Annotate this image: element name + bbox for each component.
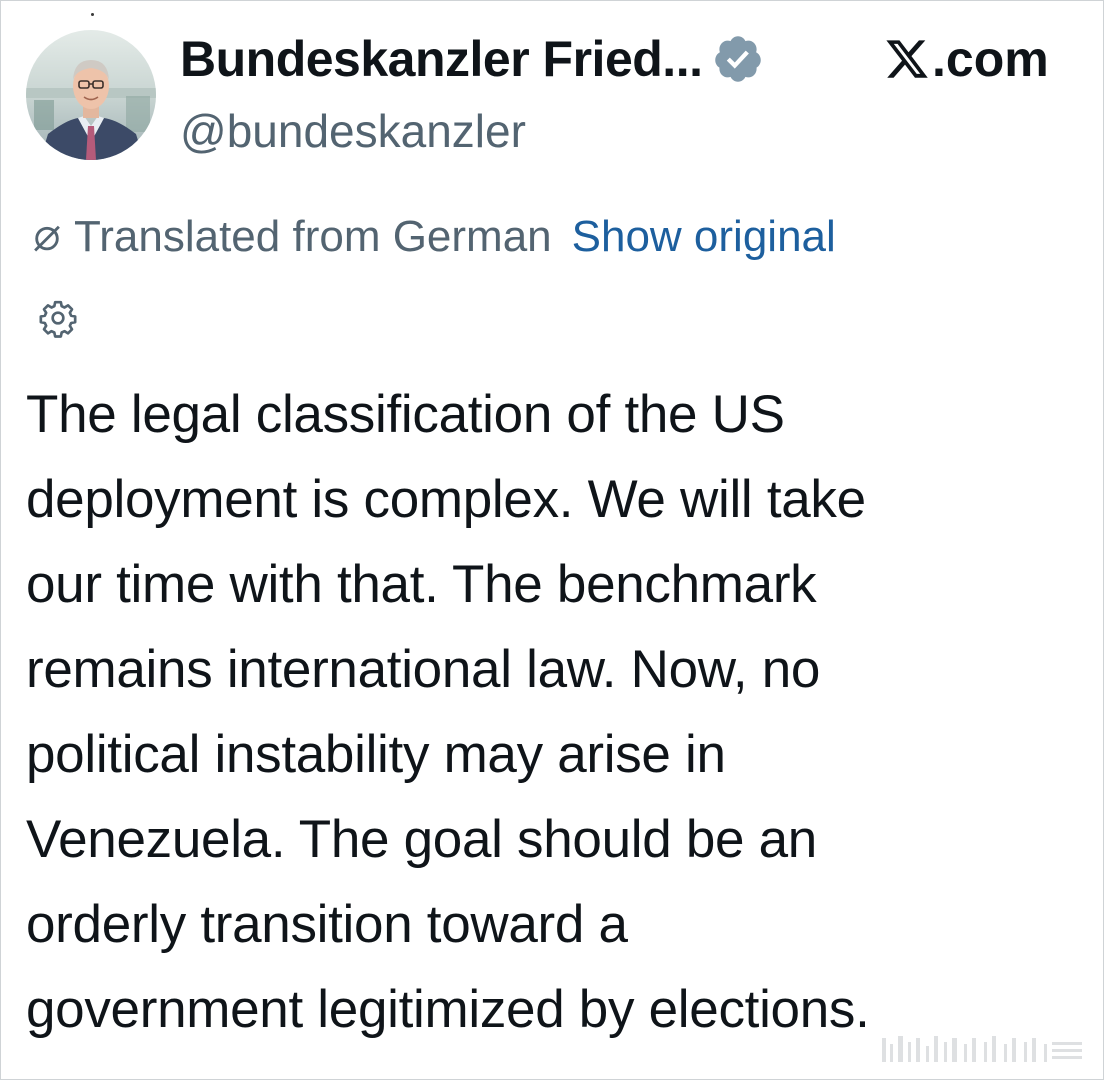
post-text-line: political instability may arise in [26,725,726,784]
translate-icon [34,225,60,252]
display-name[interactable]: Bundeskanzler Fried... [180,30,703,88]
post-text-line: remains international law. Now, no [26,640,821,699]
post-text-line: orderly transition toward a [26,895,628,954]
site-label[interactable]: .com [884,30,1049,88]
post-text-line: our time with that. The benchmark [26,555,817,614]
x-logo-icon [886,40,928,78]
translated-label: Translated from German [74,212,552,261]
post-text-line: The legal classification of the US [26,385,785,444]
site-label-text: .com [932,31,1049,87]
post-text-line: Venezuela. The goal should be an [26,810,817,869]
verified-badge-icon [715,36,762,82]
top-dot [91,13,94,16]
post-text-line: deployment is complex. We will take [26,470,866,529]
avatar[interactable] [26,30,156,160]
avatar-photo [26,30,156,160]
author-handle[interactable]: @bundeskanzler [180,104,526,158]
translation-row: Translated from German Show original [28,212,836,262]
author-name-row[interactable]: Bundeskanzler Fried... [180,30,764,88]
post-text: The legal classification of the US deplo… [26,372,1086,1052]
gear-icon[interactable] [38,298,78,338]
show-original-link[interactable]: Show original [572,212,836,262]
watermark [882,1036,1082,1062]
